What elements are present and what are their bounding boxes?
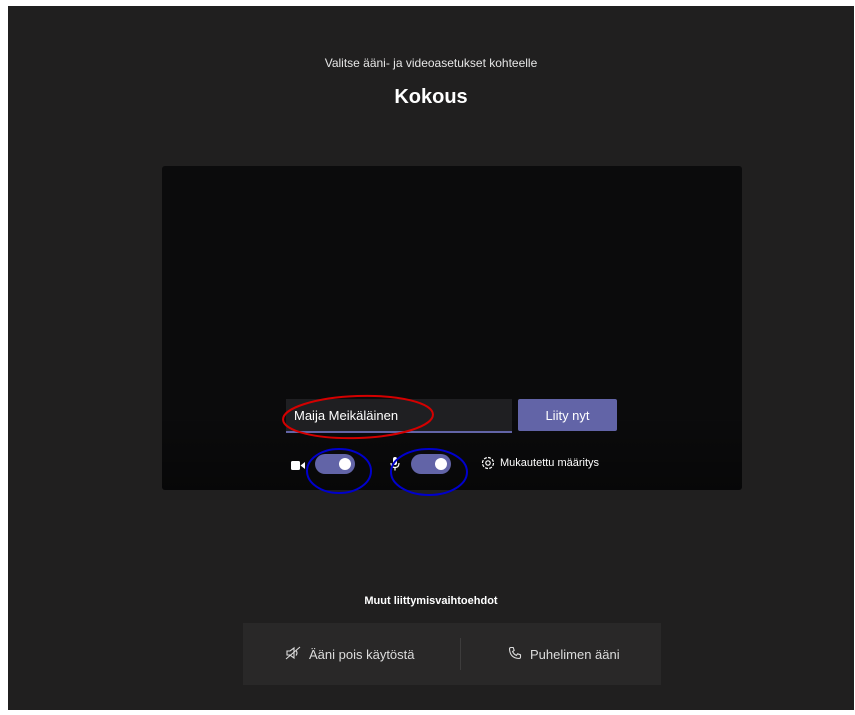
microphone-toggle[interactable]	[411, 454, 451, 474]
speaker-off-icon	[285, 646, 301, 663]
options-divider	[460, 638, 461, 670]
display-name-input[interactable]	[286, 399, 512, 431]
microphone-toggle-knob	[435, 458, 447, 470]
phone-audio-label: Puhelimen ääni	[530, 646, 620, 662]
phone-audio-option[interactable]: Puhelimen ääni	[508, 623, 620, 685]
camera-toggle-knob	[339, 458, 351, 470]
device-controls: Mukautettu määritys	[162, 454, 742, 478]
audio-off-label: Ääni pois käytöstä	[309, 646, 415, 662]
microphone-icon	[390, 457, 400, 476]
video-preview: Liity nyt	[162, 166, 742, 490]
phone-icon	[508, 646, 522, 663]
display-name-field[interactable]	[286, 399, 512, 433]
other-join-options: Ääni pois käytöstä Puhelimen ääni	[243, 623, 661, 685]
prejoin-subtitle: Valitse ääni- ja videoasetukset kohteell…	[324, 56, 538, 70]
audio-off-option[interactable]: Ääni pois käytöstä	[285, 623, 415, 685]
join-now-button[interactable]: Liity nyt	[518, 399, 617, 431]
camera-toggle[interactable]	[315, 454, 355, 474]
teams-prejoin-screen: Valitse ääni- ja videoasetukset kohteell…	[8, 6, 854, 710]
video-camera-icon	[291, 458, 305, 476]
device-settings-link[interactable]: Mukautettu määritys	[500, 457, 599, 469]
other-options-heading: Muut liittymisvaihtoehdot	[364, 595, 498, 607]
meeting-title: Kokous	[394, 86, 468, 108]
gear-icon[interactable]	[480, 455, 496, 476]
